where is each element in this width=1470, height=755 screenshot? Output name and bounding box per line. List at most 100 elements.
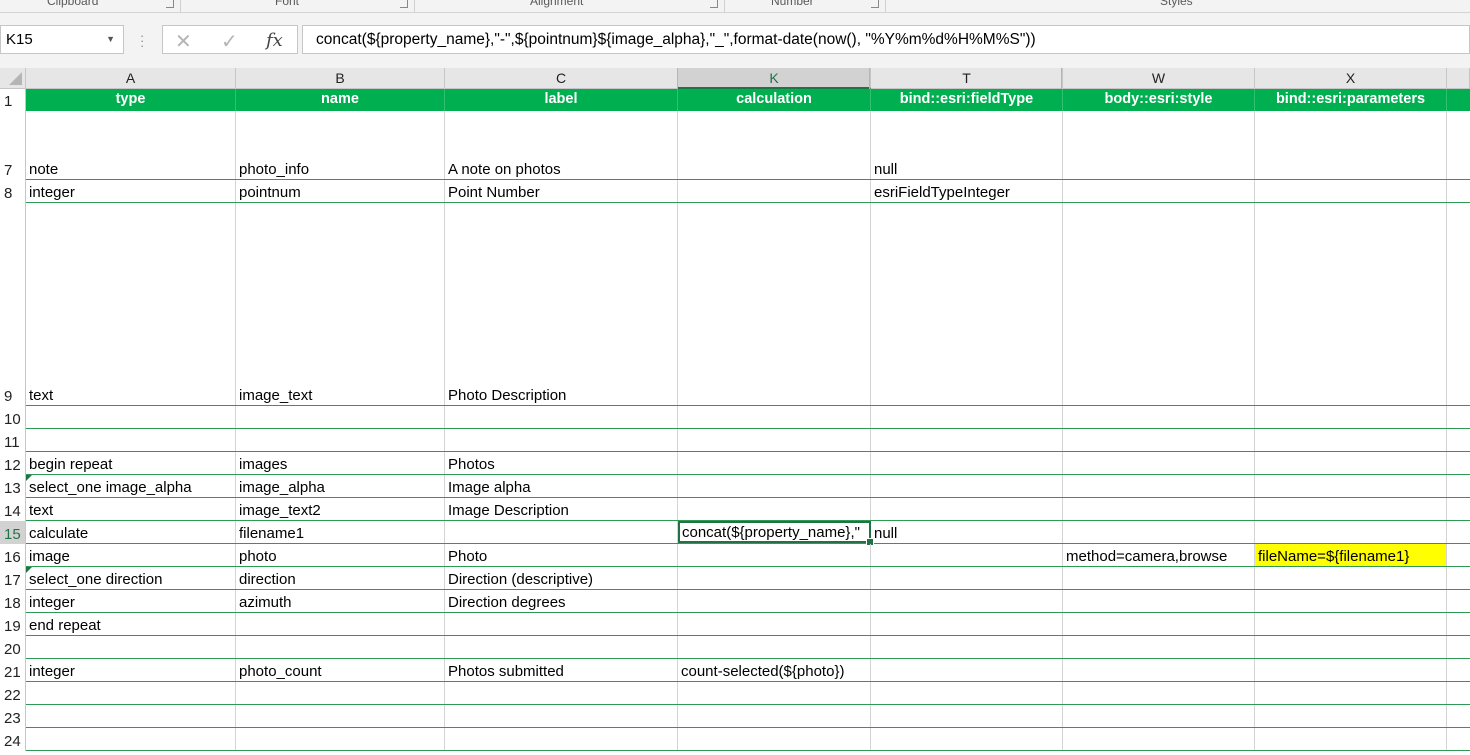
cell-t9[interactable]	[871, 203, 1063, 405]
cell-b10[interactable]	[236, 406, 445, 428]
row-header-18[interactable]: 18	[0, 590, 26, 613]
row-header-24[interactable]: 24	[0, 728, 26, 751]
header-cell-x[interactable]: bind::esri:parameters	[1255, 89, 1447, 111]
cell-b17[interactable]: direction	[236, 567, 445, 589]
cell-c17[interactable]: Direction (descriptive)	[445, 567, 678, 589]
cell-b16[interactable]: photo	[236, 544, 445, 566]
cell-k17[interactable]	[678, 567, 871, 589]
cell-k22[interactable]	[678, 682, 871, 704]
row-header-15[interactable]: 15	[0, 521, 26, 544]
cell-b15[interactable]: filename1	[236, 521, 445, 543]
cell-x15[interactable]	[1255, 521, 1447, 543]
cell-c7[interactable]: A note on photos	[445, 111, 678, 179]
cell-b8[interactable]: pointnum	[236, 180, 445, 202]
cell-x7[interactable]	[1255, 111, 1447, 179]
row-header-16[interactable]: 16	[0, 544, 26, 567]
cell-b12[interactable]: images	[236, 452, 445, 474]
cell-c24[interactable]	[445, 728, 678, 750]
select-all-button[interactable]	[0, 68, 26, 89]
row-header-8[interactable]: 8	[0, 180, 26, 203]
cell-c12[interactable]: Photos	[445, 452, 678, 474]
cell-x9[interactable]	[1255, 203, 1447, 405]
cell-w18[interactable]	[1063, 590, 1255, 612]
cell-c14[interactable]: Image Description	[445, 498, 678, 520]
cell-c10[interactable]	[445, 406, 678, 428]
column-header-next[interactable]	[1447, 68, 1470, 89]
column-header-k[interactable]: K	[678, 68, 871, 89]
cell-k15[interactable]: concat(${property_name},"	[678, 521, 874, 546]
cell-w13[interactable]	[1063, 475, 1255, 497]
cell-b23[interactable]	[236, 705, 445, 727]
cell-k14[interactable]	[678, 498, 871, 520]
cell-k11[interactable]	[678, 429, 871, 451]
cell-k19[interactable]	[678, 613, 871, 635]
cell-t23[interactable]	[871, 705, 1063, 727]
cell-k23[interactable]	[678, 705, 871, 727]
cell-x11[interactable]	[1255, 429, 1447, 451]
row-header-10[interactable]: 10	[0, 406, 26, 429]
cell-a15[interactable]: calculate	[26, 521, 236, 543]
row-header-22[interactable]: 22	[0, 682, 26, 705]
cell-b14[interactable]: image_text2	[236, 498, 445, 520]
row-header-9[interactable]: 9	[0, 203, 26, 406]
row-header-12[interactable]: 12	[0, 452, 26, 475]
cell-k21[interactable]: count-selected(${photo})	[678, 659, 871, 681]
cell-c21[interactable]: Photos submitted	[445, 659, 678, 681]
clipboard-launcher-icon[interactable]	[166, 0, 174, 8]
alignment-launcher-icon[interactable]	[710, 0, 718, 8]
number-launcher-icon[interactable]	[871, 0, 879, 8]
column-header-x[interactable]: X	[1255, 68, 1447, 89]
cell-t11[interactable]	[871, 429, 1063, 451]
cell-b24[interactable]	[236, 728, 445, 750]
cancel-icon[interactable]: ✕	[175, 29, 192, 54]
cell-k9[interactable]	[678, 203, 871, 405]
cell-a22[interactable]	[26, 682, 236, 704]
row-header-21[interactable]: 21	[0, 659, 26, 682]
cell-a18[interactable]: integer	[26, 590, 236, 612]
header-cell-k[interactable]: calculation	[678, 89, 871, 111]
cell-c15[interactable]	[445, 521, 678, 543]
insert-function-icon[interactable]: fx	[266, 30, 283, 51]
cell-x19[interactable]	[1255, 613, 1447, 635]
cell-a17[interactable]: select_one direction	[26, 567, 236, 589]
cell-w11[interactable]	[1063, 429, 1255, 451]
cell-k16[interactable]	[678, 544, 871, 566]
formula-input[interactable]: concat(${property_name},"-",${pointnum}$…	[302, 25, 1470, 54]
chevron-down-icon[interactable]: ▼	[106, 26, 115, 53]
cell-t19[interactable]	[871, 613, 1063, 635]
cell-x14[interactable]	[1255, 498, 1447, 520]
column-header-w[interactable]: W	[1063, 68, 1255, 89]
cell-x24[interactable]	[1255, 728, 1447, 750]
cell-t16[interactable]	[871, 544, 1063, 566]
cell-t14[interactable]	[871, 498, 1063, 520]
cell-w22[interactable]	[1063, 682, 1255, 704]
cell-k13[interactable]	[678, 475, 871, 497]
cell-t13[interactable]	[871, 475, 1063, 497]
cell-w16[interactable]: method=camera,browse	[1063, 544, 1255, 566]
cell-k20[interactable]	[678, 636, 871, 658]
cell-a12[interactable]: begin repeat	[26, 452, 236, 474]
cell-t10[interactable]	[871, 406, 1063, 428]
cell-w17[interactable]	[1063, 567, 1255, 589]
row-header-20[interactable]: 20	[0, 636, 26, 659]
cell-b21[interactable]: photo_count	[236, 659, 445, 681]
cell-c19[interactable]	[445, 613, 678, 635]
cell-a8[interactable]: integer	[26, 180, 236, 202]
column-header-a[interactable]: A	[26, 68, 236, 89]
more-options-icon[interactable]: · · ·	[140, 29, 144, 52]
cell-b11[interactable]	[236, 429, 445, 451]
cell-x13[interactable]	[1255, 475, 1447, 497]
cell-t12[interactable]	[871, 452, 1063, 474]
header-cell-c[interactable]: label	[445, 89, 678, 111]
cell-x21[interactable]	[1255, 659, 1447, 681]
cell-a14[interactable]: text	[26, 498, 236, 520]
cell-c11[interactable]	[445, 429, 678, 451]
cell-c16[interactable]: Photo	[445, 544, 678, 566]
cell-t15[interactable]: null	[871, 521, 1063, 543]
cell-w8[interactable]	[1063, 180, 1255, 202]
row-header-1[interactable]: 1	[0, 89, 26, 111]
header-cell-w[interactable]: body::esri:style	[1063, 89, 1255, 111]
cell-a23[interactable]	[26, 705, 236, 727]
row-header-17[interactable]: 17	[0, 567, 26, 590]
cell-c8[interactable]: Point Number	[445, 180, 678, 202]
